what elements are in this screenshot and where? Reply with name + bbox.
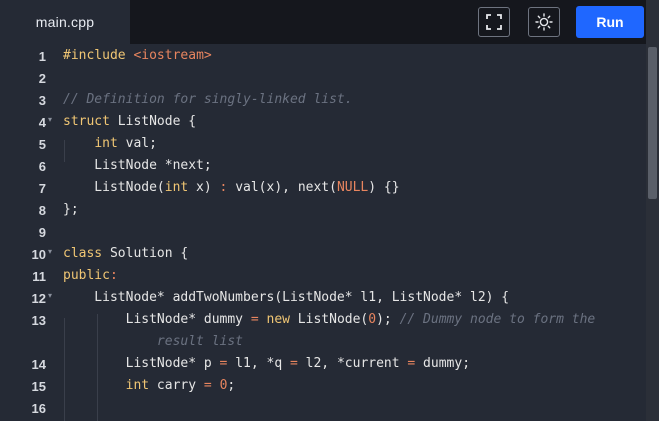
code-line[interactable]: 11 public: bbox=[0, 266, 646, 288]
line-number: 13 bbox=[31, 313, 46, 328]
code-line[interactable]: 5 int val; bbox=[0, 134, 646, 156]
code-text: int carry = 0; bbox=[125, 378, 236, 393]
code-text: // Definition for singly-linked list. bbox=[63, 92, 353, 107]
line-number: 10 bbox=[31, 247, 46, 262]
code-line[interactable]: 12 ▾ ListNode* addTwoNumbers(ListNode* l1… bbox=[0, 288, 646, 310]
code-area[interactable]: 1 #include <iostream> 2 3 // Definition for … bbox=[0, 44, 646, 421]
code-text: ListNode(int x) : val(x), next(NULL) {} bbox=[63, 180, 400, 195]
fold-arrow-icon[interactable]: ▾ bbox=[48, 247, 52, 256]
code-text: ListNode *next; bbox=[63, 158, 212, 173]
code-line[interactable]: 13 ListNode* dummy = new ListNode(0); //… bbox=[0, 310, 646, 332]
fullscreen-icon bbox=[486, 14, 502, 30]
code-line[interactable]: result list bbox=[0, 332, 646, 354]
scrollbar-thumb[interactable] bbox=[648, 47, 657, 199]
line-number: 4 bbox=[38, 115, 46, 130]
editor-toolbar: main.cpp Run bbox=[0, 0, 646, 44]
code-line[interactable]: 10 ▾ class Solution { bbox=[0, 244, 646, 266]
line-number: 11 bbox=[32, 269, 46, 284]
fold-arrow-icon[interactable]: ▾ bbox=[48, 291, 52, 300]
line-number: 7 bbox=[38, 181, 46, 196]
line-number: 14 bbox=[31, 357, 46, 372]
code-text: #include <iostream> bbox=[63, 48, 212, 63]
code-line[interactable]: 2 bbox=[0, 68, 646, 90]
code-line[interactable]: 14 ListNode* p = l1, *q = l2, *current =… bbox=[0, 354, 646, 376]
line-number: 3 bbox=[38, 93, 46, 108]
code-text: ListNode* addTwoNumbers(ListNode* l1, Li… bbox=[63, 290, 510, 305]
file-tab[interactable]: main.cpp bbox=[0, 0, 130, 44]
line-number: 9 bbox=[38, 225, 46, 240]
line-number: 15 bbox=[31, 379, 46, 394]
code-line[interactable]: 8}; bbox=[0, 200, 646, 222]
line-number: 5 bbox=[38, 137, 46, 152]
code-editor-app: main.cpp Run 1 #include <iostream> 2 3 /… bbox=[0, 0, 659, 421]
code-text: class Solution { bbox=[63, 246, 189, 261]
code-line[interactable]: 16 bbox=[0, 398, 646, 420]
code-text: ListNode* p = l1, *q = l2, *current = du… bbox=[63, 356, 471, 371]
code-text: }; bbox=[63, 202, 79, 217]
code-line[interactable]: 4 ▾ struct ListNode { bbox=[0, 112, 646, 134]
theme-toggle-button[interactable] bbox=[528, 7, 560, 37]
code-line[interactable]: 3 // Definition for singly-linked list. bbox=[0, 90, 646, 112]
sun-icon bbox=[535, 13, 553, 31]
code-text: ListNode* dummy = new ListNode(0); // Du… bbox=[63, 312, 596, 327]
code-text: struct ListNode { bbox=[63, 114, 197, 129]
run-button[interactable]: Run bbox=[576, 6, 644, 38]
line-number: 16 bbox=[31, 401, 46, 416]
code-line[interactable]: 9 bbox=[0, 222, 646, 244]
line-number: 12 bbox=[31, 291, 46, 306]
fullscreen-button[interactable] bbox=[478, 7, 510, 37]
line-number: 1 bbox=[38, 49, 46, 64]
line-number: 8 bbox=[38, 203, 46, 218]
code-line[interactable]: 15 int carry = 0; bbox=[0, 376, 646, 398]
code-text: public: bbox=[63, 268, 118, 283]
code-text: result list bbox=[63, 334, 244, 349]
line-number: 6 bbox=[38, 159, 46, 174]
code-line[interactable]: 1 #include <iostream> bbox=[0, 46, 646, 68]
code-line[interactable]: 7 ListNode(int x) : val(x), next(NULL) {… bbox=[0, 178, 646, 200]
code-line[interactable]: 6 ListNode *next; bbox=[0, 156, 646, 178]
fold-arrow-icon[interactable]: ▾ bbox=[48, 115, 52, 124]
code-text: int val; bbox=[94, 136, 157, 151]
line-number: 2 bbox=[38, 71, 46, 86]
